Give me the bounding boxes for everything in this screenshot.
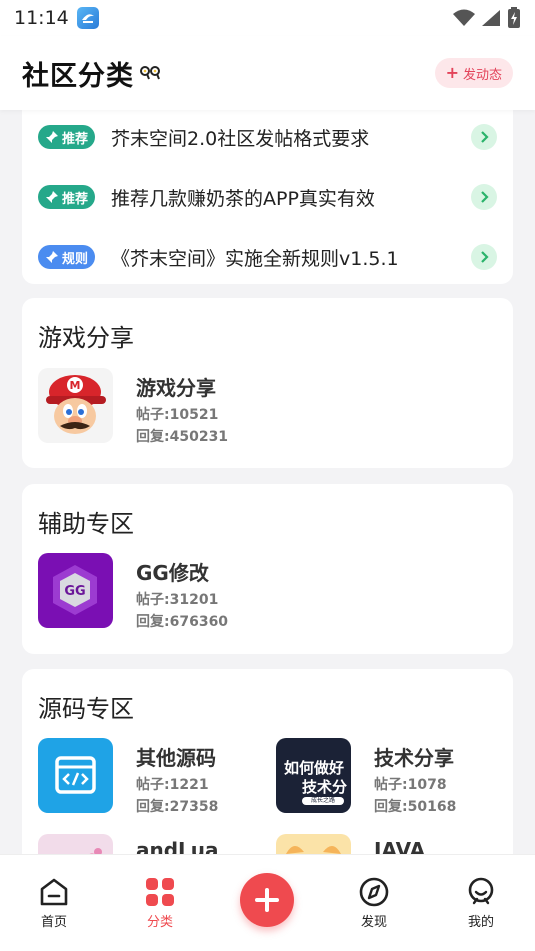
category-icon — [146, 878, 174, 906]
svg-text:M: M — [70, 379, 81, 392]
notice-tag-label: 推荐 — [62, 191, 89, 207]
forum-name: 其他源码 — [136, 746, 216, 770]
create-post-fab[interactable] — [240, 873, 294, 927]
post-count: 帖子:1078 — [374, 777, 447, 793]
pin-icon — [46, 131, 58, 143]
section-title: 辅助专区 — [38, 510, 134, 538]
bottom-nav: 首页 分类 发现 我的 — [0, 854, 535, 951]
post-count: 帖子:1221 — [136, 777, 209, 793]
section-source-code: 源码专区 其他源码 帖子:1221 回复:27358 如何做好 技术分 成长之路 — [22, 669, 513, 854]
status-icons — [453, 7, 521, 29]
nav-label: 发现 — [360, 915, 387, 930]
battery-icon — [508, 7, 520, 28]
chevron-right-icon[interactable] — [471, 124, 497, 150]
section-title: 游戏分享 — [38, 324, 134, 352]
reply-count: 回复:27358 — [136, 799, 219, 815]
nav-label: 分类 — [146, 915, 173, 930]
cover-text: 技术分 — [302, 778, 348, 796]
notice-card: 推荐 芥末空间2.0社区发帖格式要求 推荐 推荐几款赚奶茶的APP真实有效 规则… — [22, 110, 513, 284]
gg-icon: GG — [38, 553, 113, 628]
post-status-label: 发动态 — [462, 67, 502, 83]
status-time: 11:14 — [14, 7, 69, 29]
wifi-icon — [453, 9, 475, 26]
notice-text: 《芥末空间》实施全新规则v1.5.1 — [111, 247, 399, 270]
plus-icon — [255, 888, 279, 912]
nav-profile[interactable]: 我的 — [451, 877, 511, 930]
nav-home[interactable]: 首页 — [24, 877, 84, 930]
forum-name: 游戏分享 — [136, 376, 216, 400]
signal-icon — [482, 10, 500, 26]
compass-icon — [359, 877, 389, 907]
app-notification-icon — [76, 7, 99, 29]
recommend-tag: 推荐 — [38, 185, 96, 209]
forum-name: andLua — [136, 838, 219, 854]
nav-discover[interactable]: 发现 — [344, 877, 404, 930]
page-header: 社区分类 + 发动态 — [0, 36, 535, 110]
notice-row[interactable]: 推荐 推荐几款赚奶茶的APP真实有效 — [38, 177, 497, 217]
forum-item-java[interactable]: JAVA — [276, 834, 496, 854]
code-window-icon — [38, 738, 113, 813]
forum-item-other-source[interactable]: 其他源码 帖子:1221 回复:27358 — [38, 738, 258, 815]
forum-name: GG修改 — [136, 561, 209, 585]
reply-count: 回复:50168 — [374, 799, 457, 815]
forum-item-andlua[interactable]: andLua — [38, 834, 258, 854]
mario-icon: M — [38, 368, 113, 443]
section-assist-zone: 辅助专区 GG GG修改 帖子:31201 回复:676360 — [22, 484, 513, 654]
pin-icon — [46, 191, 58, 203]
category-content[interactable]: 推荐 芥末空间2.0社区发帖格式要求 推荐 推荐几款赚奶茶的APP真实有效 规则… — [0, 110, 535, 854]
post-count: 帖子:31201 — [136, 592, 219, 608]
reply-count: 回复:450231 — [136, 429, 229, 445]
nav-label: 首页 — [40, 915, 67, 930]
chevron-right-icon[interactable] — [471, 244, 497, 270]
home-icon — [40, 878, 68, 906]
forum-name: 技术分享 — [374, 746, 454, 770]
forum-item-tech-share[interactable]: 如何做好 技术分 成长之路 技术分享 帖子:1078 回复:50168 — [276, 738, 496, 815]
plus-icon: + — [445, 63, 459, 82]
forum-item-game-share[interactable]: M 游戏分享 帖子:10521 回复:450231 — [38, 368, 258, 445]
notice-text: 推荐几款赚奶茶的APP真实有效 — [111, 187, 375, 210]
nav-category[interactable]: 分类 — [130, 877, 190, 930]
status-bar: 11:14 — [0, 0, 535, 36]
page-title: 社区分类 — [22, 60, 134, 92]
reply-count: 回复:676360 — [136, 614, 229, 630]
nav-label: 我的 — [467, 915, 494, 930]
notice-row[interactable]: 推荐 芥末空间2.0社区发帖格式要求 — [38, 117, 497, 157]
pin-icon — [46, 251, 58, 263]
notice-tag-label: 推荐 — [62, 131, 89, 147]
forum-item-gg-modify[interactable]: GG GG修改 帖子:31201 回复:676360 — [38, 553, 258, 630]
cover-text: 如何做好 — [284, 759, 345, 777]
notice-text: 芥末空间2.0社区发帖格式要求 — [111, 127, 370, 150]
rules-tag: 规则 — [38, 245, 96, 269]
section-title: 源码专区 — [38, 695, 134, 723]
andlua-cover-icon — [38, 834, 113, 854]
chevron-right-icon[interactable] — [471, 184, 497, 210]
profile-icon — [468, 877, 494, 905]
post-status-button[interactable]: + 发动态 — [434, 58, 513, 88]
section-game-share: 游戏分享 M 游戏分享 帖子:10521 回复:450231 — [22, 298, 513, 468]
quote-badge-icon — [140, 65, 162, 85]
cover-text: 成长之路 — [302, 797, 344, 805]
post-count: 帖子:10521 — [136, 407, 219, 423]
forum-name: JAVA — [374, 838, 426, 854]
svg-text:GG: GG — [64, 584, 85, 599]
java-cover-icon — [276, 834, 351, 854]
notice-tag-label: 规则 — [62, 251, 89, 267]
notice-row[interactable]: 规则 《芥末空间》实施全新规则v1.5.1 — [38, 237, 497, 277]
recommend-tag: 推荐 — [38, 125, 96, 149]
tech-share-cover-icon: 如何做好 技术分 成长之路 — [276, 738, 351, 813]
